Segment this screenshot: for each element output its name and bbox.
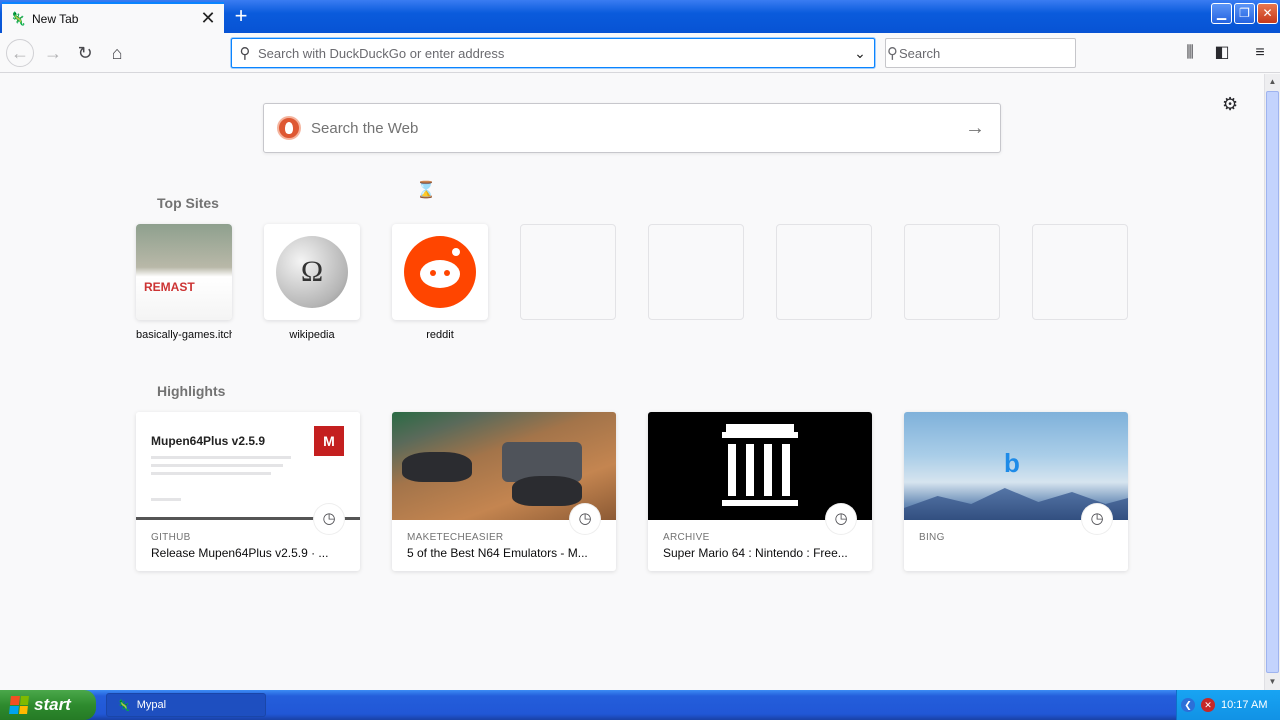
site-label: wikipedia <box>289 329 335 341</box>
top-sites-heading: Top Sites <box>157 195 219 211</box>
clock: 10:17 AM <box>1221 699 1268 711</box>
tab-new-tab[interactable]: 🦎 New Tab ✕ <box>2 2 224 33</box>
empty-tile <box>520 224 616 320</box>
search-bar[interactable]: ⚲ <box>885 38 1076 68</box>
card-title: Super Mario 64 : Nintendo : Free... <box>663 546 848 560</box>
mupen-logo-icon: M <box>314 426 344 456</box>
windows-flag-icon <box>9 696 29 714</box>
address-input[interactable] <box>258 45 846 61</box>
duckduckgo-icon <box>277 116 301 140</box>
forward-button[interactable]: → <box>39 39 67 67</box>
search-input[interactable] <box>899 45 1075 61</box>
bing-logo-icon: b <box>1004 448 1020 478</box>
card-source: ARCHIVE <box>663 532 710 543</box>
window-controls: ▁ ❐ ✕ <box>1211 3 1278 24</box>
sidebar-icon[interactable]: ◧ <box>1208 39 1236 67</box>
top-site[interactable]: Ω wikipedia <box>264 224 360 341</box>
reload-button[interactable]: ↻ <box>71 39 99 67</box>
site-thumbnail: REMAST <box>136 224 232 320</box>
system-tray: ❮ ✕ 10:17 AM <box>1176 690 1280 720</box>
wikipedia-globe-icon: Ω <box>276 236 348 308</box>
tray-arrow-icon[interactable]: ❮ <box>1181 698 1195 712</box>
top-site-placeholder <box>1032 224 1128 320</box>
card-source: GITHUB <box>151 532 191 543</box>
close-window-button[interactable]: ✕ <box>1257 3 1278 24</box>
web-search-box[interactable]: → <box>263 103 1001 153</box>
game-logo-icon: REMAST <box>144 280 195 294</box>
web-search-input[interactable] <box>311 119 950 137</box>
card-source: MAKETECHEASIER <box>407 532 504 543</box>
new-tab-page: ⚙ → Top Sites REMAST basically-games.itc… <box>0 74 1264 690</box>
site-label: basically-games.itch <box>136 329 232 341</box>
library-icon[interactable]: ⫼ <box>1176 39 1204 67</box>
clock-icon: ◷ <box>1082 504 1112 534</box>
site-thumbnail <box>392 224 488 320</box>
clock-icon: ◷ <box>826 504 856 534</box>
tab-close-icon[interactable]: ✕ <box>198 9 218 29</box>
title-bar: 🦎 New Tab ✕ + ▁ ❐ ✕ <box>0 0 1280 33</box>
taskbar: start 🦎 Mypal ❮ ✕ 10:17 AM <box>0 690 1280 720</box>
empty-tile <box>904 224 1000 320</box>
top-site[interactable]: reddit <box>392 224 488 341</box>
card-source: BING <box>919 532 945 543</box>
busy-cursor-icon: ⌛ <box>416 182 436 199</box>
chevron-down-icon[interactable]: ⌄ <box>846 45 874 62</box>
clock-icon: ◷ <box>570 504 600 534</box>
vertical-scrollbar[interactable]: ▲ ▼ <box>1264 74 1280 690</box>
scroll-up-icon[interactable]: ▲ <box>1265 74 1280 90</box>
empty-tile <box>1032 224 1128 320</box>
highlights-heading: Highlights <box>157 383 226 399</box>
arrow-right-icon[interactable]: → <box>950 117 1000 140</box>
address-bar[interactable]: ⚲ ⌄ <box>231 38 875 68</box>
start-button[interactable]: start <box>0 690 96 720</box>
top-site-placeholder <box>520 224 616 320</box>
highlight-card[interactable]: ◷ ARCHIVE Super Mario 64 : Nintendo : Fr… <box>648 412 872 571</box>
search-icon: ⚲ <box>887 45 898 62</box>
security-shield-icon[interactable]: ✕ <box>1201 698 1215 712</box>
new-tab-button[interactable]: + <box>228 4 254 30</box>
minimize-button[interactable]: ▁ <box>1211 3 1232 24</box>
top-site-placeholder <box>776 224 872 320</box>
reddit-icon <box>404 236 476 308</box>
empty-tile <box>648 224 744 320</box>
start-label: start <box>34 695 71 714</box>
site-thumbnail: Ω <box>264 224 360 320</box>
taskbar-item-mypal[interactable]: 🦎 Mypal <box>106 693 266 717</box>
search-icon: ⚲ <box>239 45 251 62</box>
scroll-down-icon[interactable]: ▼ <box>1265 674 1280 690</box>
gear-icon[interactable]: ⚙ <box>1222 94 1238 115</box>
highlight-card[interactable]: b ◷ BING <box>904 412 1128 571</box>
task-label: Mypal <box>136 699 167 711</box>
scrollbar-thumb[interactable] <box>1266 91 1279 673</box>
navigation-toolbar: ← → ↻ ⌂ ⚲ ⌄ ⚲ ⫼ ◧ ≡ <box>0 33 1280 73</box>
highlight-card[interactable]: Mupen64Plus v2.5.9 M ◷ GITHUB Release Mu… <box>136 412 360 571</box>
menu-icon[interactable]: ≡ <box>1246 39 1274 67</box>
top-site[interactable]: REMAST basically-games.itch <box>136 224 232 341</box>
browser-favicon-icon: 🦎 <box>10 10 27 26</box>
card-title: 5 of the Best N64 Emulators - M... <box>407 546 588 560</box>
clock-icon: ◷ <box>314 504 344 534</box>
site-label: reddit <box>426 329 454 341</box>
highlight-card[interactable]: ◷ MAKETECHEASIER 5 of the Best N64 Emula… <box>392 412 616 571</box>
restore-button[interactable]: ❐ <box>1234 3 1255 24</box>
thumbnail-heading: Mupen64Plus v2.5.9 <box>151 434 266 448</box>
mypal-icon: 🦎 <box>117 699 131 712</box>
top-site-placeholder <box>648 224 744 320</box>
back-button[interactable]: ← <box>6 39 34 67</box>
top-site-placeholder <box>904 224 1000 320</box>
home-button[interactable]: ⌂ <box>103 39 131 67</box>
card-title: Release Mupen64Plus v2.5.9 · ... <box>151 546 329 560</box>
empty-tile <box>776 224 872 320</box>
tab-title: New Tab <box>32 11 79 26</box>
